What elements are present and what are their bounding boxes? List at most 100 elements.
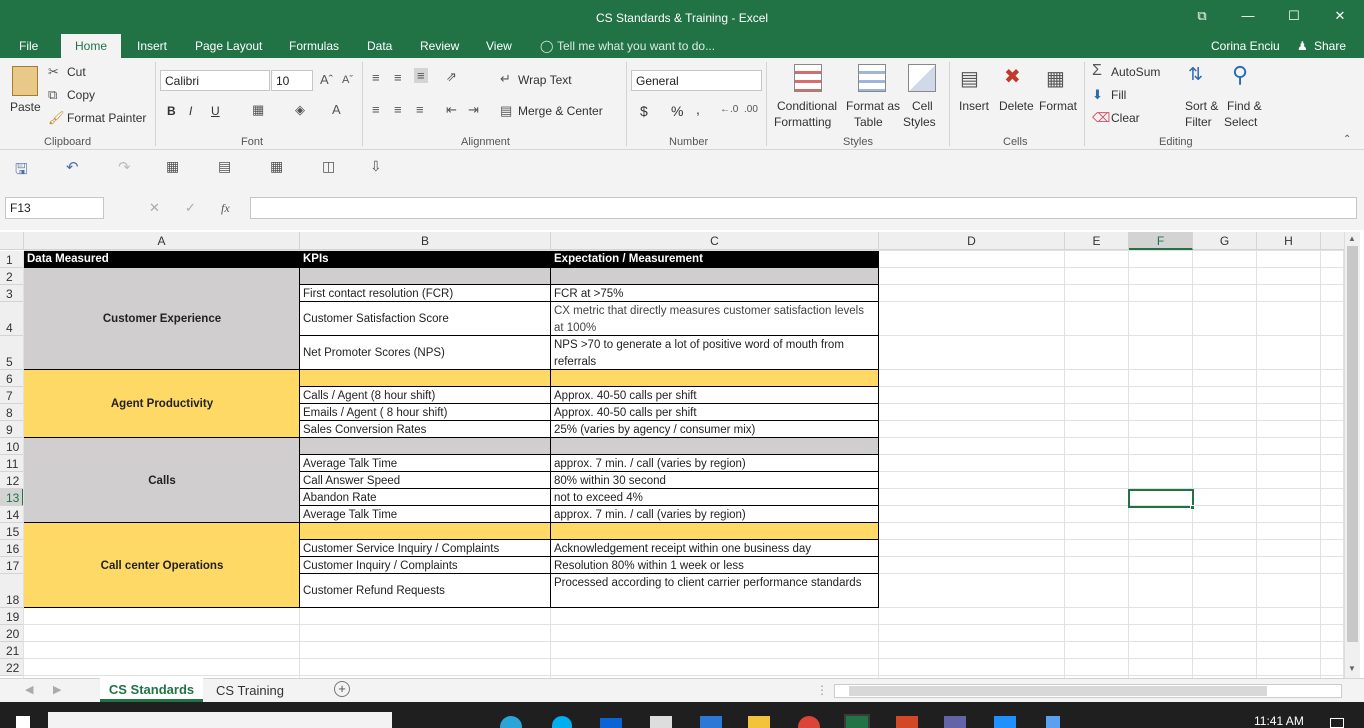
add-sheet-icon[interactable]: + xyxy=(334,681,350,697)
horizontal-scrollbar[interactable] xyxy=(834,684,1342,698)
format-cells-icon[interactable]: ▦ xyxy=(1046,66,1065,91)
kpi-cell[interactable]: First contact resolution (FCR) xyxy=(301,286,550,302)
row-header-19[interactable]: 19 xyxy=(0,608,24,625)
format-cells-button[interactable]: Format xyxy=(1039,99,1077,113)
chrome-icon[interactable] xyxy=(798,716,820,728)
restore-ribbon-icon[interactable]: ⧉ xyxy=(1192,8,1212,26)
undo-icon[interactable]: ↶ xyxy=(66,158,79,176)
row-header-9[interactable]: 9 xyxy=(0,421,24,438)
kpi-cell[interactable]: Call Answer Speed xyxy=(301,473,550,489)
formula-input[interactable] xyxy=(250,197,1357,219)
cut-button[interactable]: Cut xyxy=(67,65,86,79)
increase-decimal-icon[interactable]: ←.0 xyxy=(720,104,738,115)
selected-cell-f13[interactable] xyxy=(1128,489,1194,508)
find-select-label2[interactable]: Select xyxy=(1224,115,1257,129)
tell-me-search[interactable]: Tell me what you want to do... xyxy=(557,39,715,53)
search-icon[interactable]: ⚲ xyxy=(1232,62,1248,88)
expectation-cell[interactable]: FCR at >75% xyxy=(552,286,878,302)
align-left-icon[interactable]: ≡ xyxy=(372,102,380,117)
increase-indent-icon[interactable]: ⇥ xyxy=(468,102,479,118)
sort-filter-label[interactable]: Sort & xyxy=(1185,99,1218,113)
borders-icon[interactable]: ▦ xyxy=(252,102,264,118)
insert-cells-button[interactable]: Insert xyxy=(959,99,989,113)
row-header-11[interactable]: 11 xyxy=(0,455,24,472)
tab-data[interactable]: Data xyxy=(367,39,392,53)
taskbar-search-box[interactable] xyxy=(48,712,392,728)
delete-cells-button[interactable]: Delete xyxy=(999,99,1034,113)
store-icon[interactable] xyxy=(650,716,672,728)
layout-icon[interactable]: ◫ xyxy=(322,158,335,175)
collapse-ribbon-icon[interactable]: ⌃ xyxy=(1343,134,1351,145)
clock[interactable]: 11:41 AM xyxy=(1254,714,1304,728)
expectation-cell[interactable]: NPS >70 to generate a lot of positive wo… xyxy=(552,337,872,370)
conditional-formatting-label[interactable]: Conditional xyxy=(777,99,837,113)
expectation-cell[interactable]: Approx. 40-50 calls per shift xyxy=(552,405,878,421)
dropbox-icon[interactable] xyxy=(600,718,622,728)
decrease-decimal-icon[interactable]: .00 xyxy=(744,104,758,115)
align-right-icon[interactable]: ≡ xyxy=(416,102,424,117)
orientation-icon[interactable]: ⇗ xyxy=(446,69,457,85)
h-scroll-thumb[interactable] xyxy=(849,686,1267,696)
tab-file[interactable]: File xyxy=(19,39,38,53)
sort-filter-label2[interactable]: Filter xyxy=(1185,115,1212,129)
expectation-cell[interactable]: CX metric that directly measures custome… xyxy=(552,303,872,336)
delete-cells-icon[interactable]: ✖ xyxy=(1004,64,1021,89)
tab-formulas[interactable]: Formulas xyxy=(289,39,339,53)
decrease-indent-icon[interactable]: ⇤ xyxy=(446,102,457,118)
percent-button[interactable]: % xyxy=(671,103,683,119)
split-handle-icon[interactable]: ⋮ xyxy=(816,683,828,697)
expectation-cell[interactable]: approx. 7 min. / call (varies by region) xyxy=(552,456,878,472)
conditional-formatting-icon[interactable] xyxy=(794,64,822,92)
row-header-17[interactable]: 17 xyxy=(0,557,24,574)
header-expectation[interactable]: Expectation / Measurement xyxy=(551,251,879,268)
row-header-10[interactable]: 10 xyxy=(0,438,24,455)
wrap-text-button[interactable]: Wrap Text xyxy=(518,73,572,87)
grow-font-icon[interactable]: Aˆ xyxy=(320,72,333,87)
tab-insert[interactable]: Insert xyxy=(137,39,167,53)
prev-sheet-icon[interactable]: ◀ xyxy=(25,683,33,696)
notifications-icon[interactable] xyxy=(1330,718,1344,728)
row-header-2[interactable]: 2 xyxy=(0,268,24,285)
cell-styles-icon[interactable] xyxy=(908,64,936,92)
scroll-thumb[interactable] xyxy=(1347,246,1358,642)
row-header-7[interactable]: 7 xyxy=(0,387,24,404)
bold-button[interactable]: B xyxy=(167,104,176,118)
row-header-16[interactable]: 16 xyxy=(0,540,24,557)
expectation-cell[interactable]: not to exceed 4% xyxy=(552,490,878,506)
expectation-cell[interactable]: approx. 7 min. / call (varies by region) xyxy=(552,507,878,523)
kpi-cell[interactable]: Average Talk Time xyxy=(301,456,550,472)
format-painter-button[interactable]: Format Painter xyxy=(67,111,146,125)
kpi-cell[interactable]: Calls / Agent (8 hour shift) xyxy=(301,388,550,404)
insert-function-button[interactable]: fx xyxy=(221,201,230,216)
windows-start-icon[interactable] xyxy=(16,716,30,728)
cell-styles-label2[interactable]: Styles xyxy=(903,115,936,129)
comma-button[interactable]: , xyxy=(696,101,700,117)
vertical-scrollbar[interactable]: ▲ ▼ xyxy=(1344,232,1360,678)
fill-button[interactable]: Fill xyxy=(1111,88,1126,102)
row-header-6[interactable]: 6 xyxy=(0,370,24,387)
expectation-cell[interactable]: Approx. 40-50 calls per shift xyxy=(552,388,878,404)
column-header-f[interactable]: F xyxy=(1129,232,1193,250)
expectation-cell[interactable]: 25% (varies by agency / consumer mix) xyxy=(552,422,878,438)
user-name[interactable]: Corina Enciu xyxy=(1211,39,1280,53)
kpi-cell[interactable]: Sales Conversion Rates xyxy=(301,422,550,438)
share-button[interactable]: Share xyxy=(1314,39,1346,53)
cancel-icon[interactable]: ✕ xyxy=(149,200,160,216)
insert-cells-icon[interactable]: ▤ xyxy=(960,66,979,91)
excel-taskbar-icon[interactable] xyxy=(844,714,870,728)
kpi-cell[interactable]: Abandon Rate xyxy=(301,490,550,506)
save-icon[interactable]: 🖫 xyxy=(15,159,28,184)
grid-icon[interactable]: ▦ xyxy=(270,158,283,175)
scroll-down-icon[interactable]: ▼ xyxy=(1348,664,1356,673)
close-button[interactable]: ✕ xyxy=(1330,8,1350,26)
align-bottom-icon[interactable]: ≡ xyxy=(414,68,428,83)
kpi-cell[interactable]: Customer Satisfaction Score xyxy=(301,311,550,327)
number-format-select[interactable]: General xyxy=(631,70,762,91)
form-icon[interactable]: ▦ xyxy=(166,158,179,175)
row-header-8[interactable]: 8 xyxy=(0,404,24,421)
row-header-1[interactable]: 1 xyxy=(0,251,24,268)
italic-button[interactable]: I xyxy=(189,104,192,118)
sort-filter-icon[interactable]: ⇅ xyxy=(1188,64,1203,85)
underline-button[interactable]: U xyxy=(211,104,220,118)
font-name-select[interactable]: Calibri xyxy=(160,70,270,91)
